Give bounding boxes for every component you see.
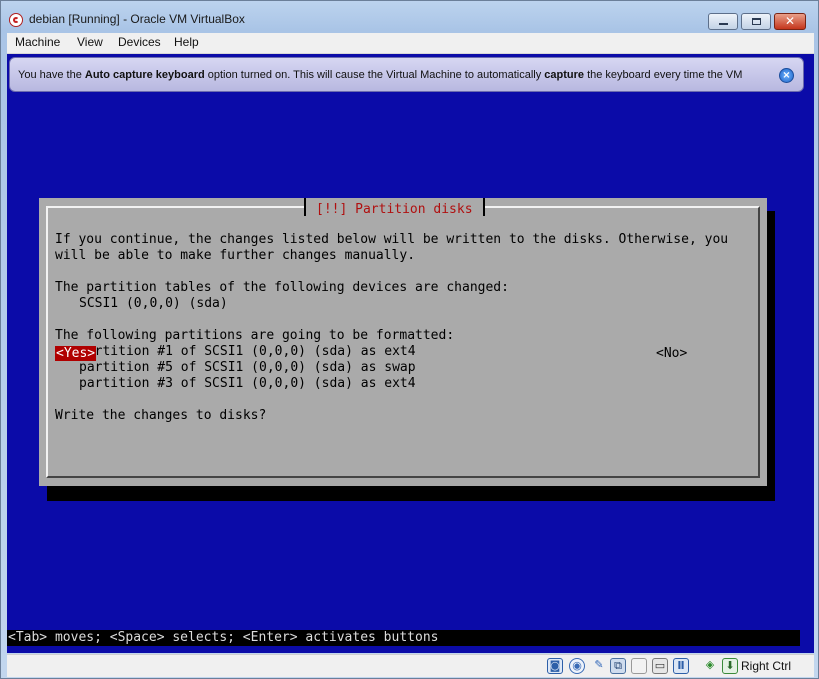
partition-item: partition #1 of SCSI1 (0,0,0) (sda) as e… (79, 344, 416, 359)
status-bar: ◙ ◉ ✎ ⧉ ▭ Ⅱ ◈ ⬇ Right Ctrl (7, 654, 814, 677)
keyboard-capture-icon[interactable]: ⬇ (722, 658, 738, 674)
minimize-icon (719, 23, 728, 25)
display-icon[interactable]: ▭ (652, 658, 668, 674)
intro-line-2: will be able to make further changes man… (55, 248, 416, 263)
shared-folders-icon[interactable] (631, 658, 647, 674)
video-capture-icon[interactable]: Ⅱ (673, 658, 689, 674)
dialog-title: [!!] Partition disks (316, 202, 473, 217)
partition-item: partition #5 of SCSI1 (0,0,0) (sda) as s… (79, 360, 416, 375)
close-icon: ✕ (784, 14, 796, 28)
yes-button[interactable]: <Yes> (55, 346, 97, 361)
changed-device: SCSI1 (0,0,0) (sda) (79, 296, 228, 311)
installer-help-line: <Tab> moves; <Space> selects; <Enter> ac… (7, 630, 800, 646)
menu-machine[interactable]: Machine (15, 35, 60, 49)
network-icon[interactable]: ⧉ (610, 658, 626, 674)
host-key-label[interactable]: Right Ctrl (741, 659, 791, 673)
close-window-button[interactable]: ✕ (774, 13, 806, 30)
menu-bar: Machine View Devices Help (7, 33, 814, 54)
window-title: debian [Running] - Oracle VM VirtualBox (29, 12, 245, 26)
format-heading: The following partitions are going to be… (55, 328, 455, 343)
hard-disk-icon[interactable]: ◙ (547, 658, 563, 674)
notification-middle: option turned on. This will cause the Vi… (204, 69, 545, 81)
maximize-button[interactable] (741, 13, 771, 30)
notification-prefix: You have the (18, 69, 85, 81)
partition-item: partition #3 of SCSI1 (0,0,0) (sda) as e… (79, 376, 416, 391)
menu-devices[interactable]: Devices (118, 35, 161, 49)
partition-tables-heading: The partition tables of the following de… (55, 280, 509, 295)
usb-icon[interactable]: ✎ (591, 658, 607, 674)
virtualbox-app-icon[interactable] (9, 13, 23, 27)
partition-disks-dialog: [!!] Partition disks If you continue, th… (39, 198, 767, 486)
dialog-title-box: [!!] Partition disks (304, 198, 485, 217)
maximize-icon (752, 18, 761, 25)
notification-auto-capture-keyboard: Auto capture keyboard (84, 69, 205, 81)
notification-close-icon[interactable]: × (779, 68, 794, 83)
vm-display[interactable]: You have the Auto capture keyboard optio… (7, 54, 814, 653)
mouse-integration-icon[interactable]: ◈ (702, 658, 718, 674)
minimize-button[interactable] (708, 13, 738, 30)
notification-capture: capture (544, 69, 585, 81)
write-changes-question: Write the changes to disks? (55, 408, 267, 423)
title-bar[interactable]: debian [Running] - Oracle VM VirtualBox … (1, 1, 818, 33)
notification-suffix: the keyboard every time the VM (584, 69, 743, 81)
notification-text: You have the Auto capture keyboard optio… (18, 69, 742, 81)
auto-capture-notification: You have the Auto capture keyboard optio… (9, 57, 804, 92)
menu-view[interactable]: View (77, 35, 103, 49)
intro-line-1: If you continue, the changes listed belo… (55, 232, 729, 247)
menu-help[interactable]: Help (174, 35, 199, 49)
virtualbox-window: debian [Running] - Oracle VM VirtualBox … (0, 0, 819, 679)
no-button[interactable]: <No> (656, 346, 687, 361)
optical-drive-icon[interactable]: ◉ (569, 658, 585, 674)
